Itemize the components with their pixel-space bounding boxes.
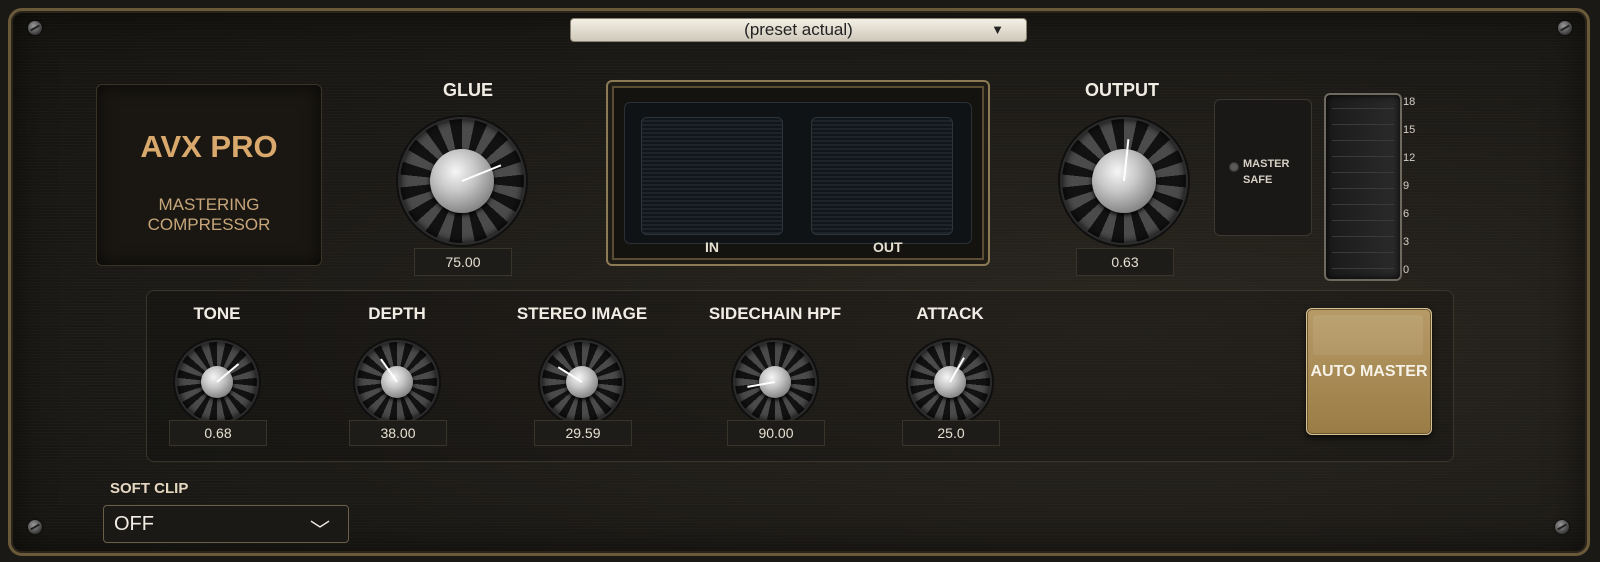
- screw-icon: [28, 21, 42, 35]
- brand-panel: AVX PRO MASTERING COMPRESSOR: [96, 84, 322, 266]
- fader-scale-12: 12: [1403, 152, 1416, 164]
- master-safe-line1: MASTER: [1243, 158, 1290, 170]
- meter-screen: IN OUT: [624, 102, 972, 255]
- master-safe-toggle[interactable]: MASTER SAFE: [1214, 99, 1312, 236]
- screw-icon: [1558, 21, 1572, 35]
- stereo-image-label: STEREO IMAGE: [516, 304, 648, 323]
- auto-master-label: AUTO MASTER: [1310, 362, 1428, 380]
- depth-knob-cap: [381, 366, 413, 398]
- brand-title: AVX PRO: [140, 129, 278, 164]
- master-safe-label: MASTER SAFE: [1243, 156, 1289, 188]
- brand-subtitle: MASTERING COMPRESSOR: [147, 195, 271, 234]
- sidechain-hpf-knob[interactable]: [733, 340, 817, 424]
- depth-label: DEPTH: [368, 304, 426, 323]
- tone-value[interactable]: 0.68: [169, 420, 267, 446]
- dropdown-arrow-icon: ▼: [991, 22, 1004, 37]
- fader-lines: [1332, 103, 1394, 269]
- glue-knob[interactable]: [398, 117, 526, 245]
- output-label: OUTPUT: [1085, 80, 1159, 100]
- attack-knob[interactable]: [908, 340, 992, 424]
- soft-clip-select[interactable]: OFF ﹀: [103, 505, 349, 543]
- stereo-image-knob-cap: [566, 366, 598, 398]
- in-meter: [641, 117, 783, 235]
- fader-scale-3: 3: [1403, 236, 1410, 248]
- depth-value[interactable]: 38.00: [349, 420, 447, 446]
- depth-knob[interactable]: [355, 340, 439, 424]
- tone-knob[interactable]: [175, 340, 259, 424]
- out-label: OUT: [873, 239, 903, 255]
- stereo-image-knob[interactable]: [540, 340, 624, 424]
- output-knob[interactable]: [1060, 117, 1188, 245]
- screw-icon: [28, 520, 42, 534]
- glue-value[interactable]: 75.00: [414, 248, 512, 276]
- soft-clip-value: OFF: [114, 512, 154, 535]
- plugin-window: (preset actual) ▼ AVX PRO MASTERING COMP…: [0, 0, 1600, 562]
- soft-clip-label: SOFT CLIP: [110, 480, 189, 497]
- preset-dropdown[interactable]: (preset actual) ▼: [570, 18, 1027, 42]
- output-fader[interactable]: [1324, 93, 1402, 281]
- in-out-meter: IN OUT: [606, 80, 990, 266]
- attack-value[interactable]: 25.0: [902, 420, 1000, 446]
- attack-label: ATTACK: [916, 304, 984, 323]
- chevron-down-icon: ﹀: [310, 520, 330, 542]
- sidechain-hpf-label: SIDECHAIN HPF: [708, 304, 842, 323]
- tone-label: TONE: [193, 304, 241, 323]
- master-safe-line2: SAFE: [1243, 174, 1273, 186]
- out-meter: [811, 117, 953, 235]
- master-safe-led-icon: [1229, 162, 1239, 172]
- sidechain-hpf-value[interactable]: 90.00: [727, 420, 825, 446]
- preset-label: (preset actual): [744, 20, 853, 39]
- fader-scale-18: 18: [1403, 96, 1416, 108]
- auto-master-button[interactable]: AUTO MASTER: [1306, 308, 1432, 435]
- fader-scale-15: 15: [1403, 124, 1416, 136]
- fader-scale-6: 6: [1403, 208, 1410, 220]
- screw-icon: [1555, 520, 1569, 534]
- stereo-image-value[interactable]: 29.59: [534, 420, 632, 446]
- in-label: IN: [705, 239, 719, 255]
- glue-label: GLUE: [442, 80, 493, 100]
- fader-scale-9: 9: [1403, 180, 1410, 192]
- output-value[interactable]: 0.63: [1076, 248, 1174, 276]
- fader-scale-0: 0: [1403, 264, 1410, 276]
